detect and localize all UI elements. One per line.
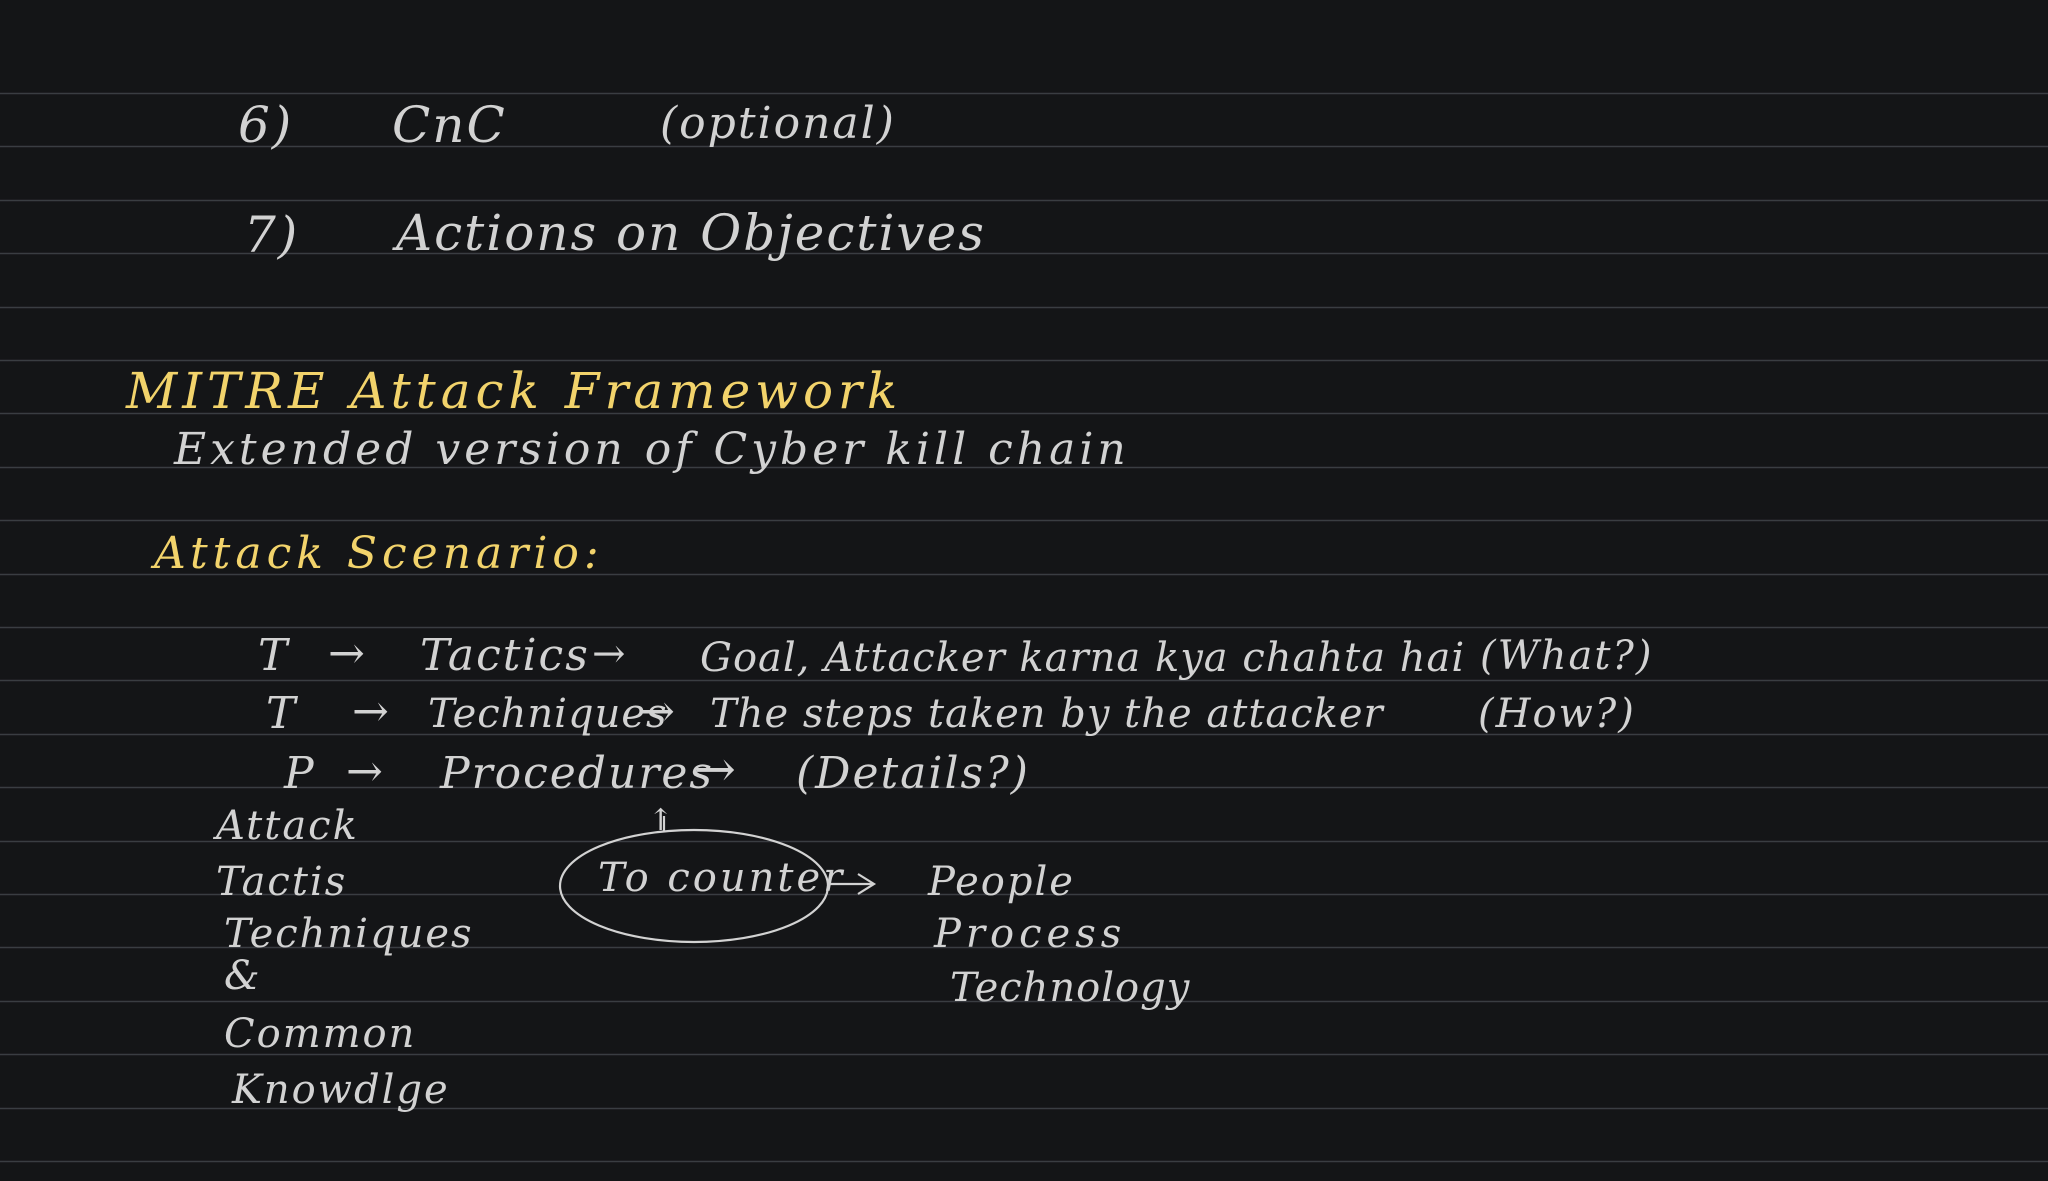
counter-item-people: People xyxy=(928,859,1075,905)
counter-label: To counter xyxy=(598,855,846,901)
notes-page: 6) CnC (optional) 7) Actions on Objectiv… xyxy=(0,0,2048,1181)
counter-item-process: Process xyxy=(934,911,1127,957)
counter-item-technology: Technology xyxy=(950,965,1191,1011)
up-arrow-icon: ↑ xyxy=(648,803,676,838)
